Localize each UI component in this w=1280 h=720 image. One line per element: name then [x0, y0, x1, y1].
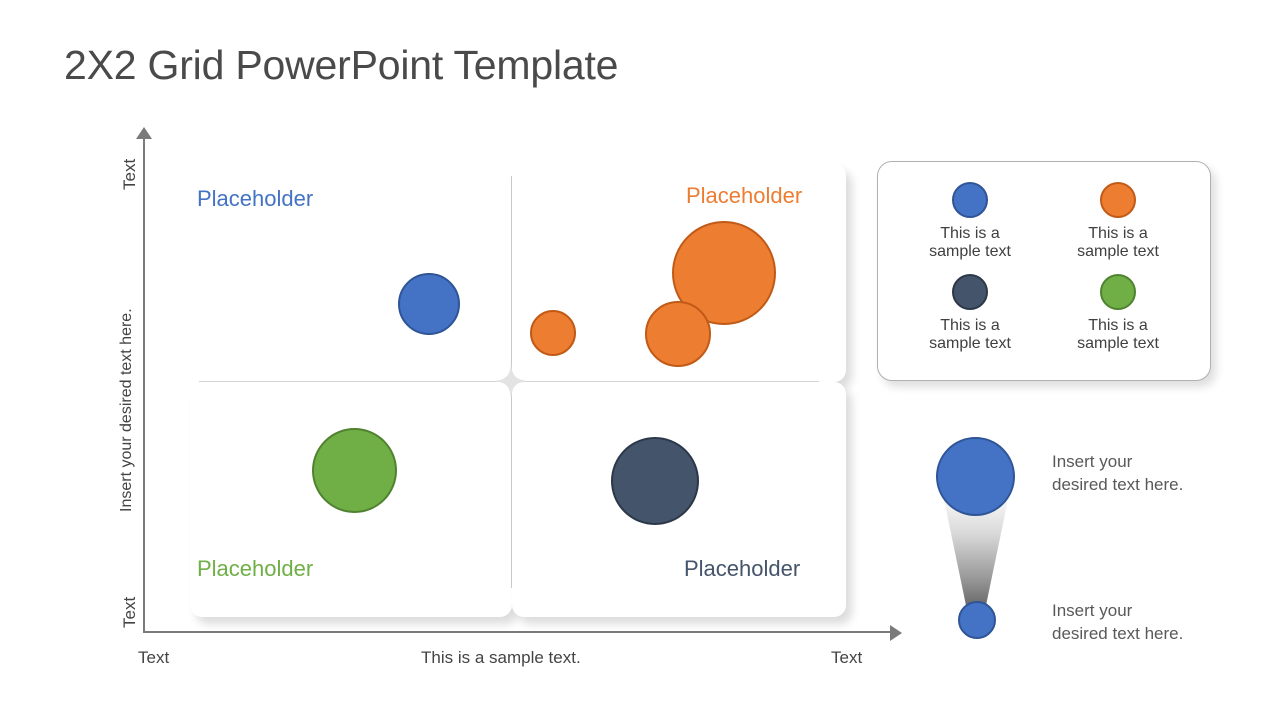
callout-bottom-text: Insert your desired text here. — [1052, 601, 1184, 643]
y-axis-arrow-icon — [136, 127, 152, 139]
legend-dot-blue — [952, 182, 988, 218]
bubble-blue[interactable] — [398, 273, 460, 335]
x-axis-arrow-icon — [890, 625, 902, 641]
legend-dot-orange — [1100, 182, 1136, 218]
callout-top-text: Insert your desired text here. — [1052, 452, 1184, 494]
bubble-orange-medium[interactable] — [645, 301, 711, 367]
quadrant-label-top-right: Placeholder — [686, 183, 803, 208]
legend-dot-navy — [952, 274, 988, 310]
bubble-green[interactable] — [312, 428, 397, 513]
legend-item[interactable]: This is a sample text — [896, 182, 1044, 274]
y-axis-title: Insert your desired text here. — [118, 308, 135, 512]
quadrant-label-bottom-left: Placeholder — [197, 556, 314, 581]
legend-item[interactable]: This is a sample text — [1044, 182, 1192, 274]
x-axis-right-label: Text — [831, 648, 863, 667]
y-axis-line — [143, 136, 145, 633]
x-axis-left-label: Text — [138, 648, 170, 667]
legend-item-label: This is a sample text — [929, 225, 1011, 260]
y-axis-bottom-label: Text — [120, 596, 139, 628]
legend-item[interactable]: This is a sample text — [1044, 274, 1192, 366]
legend-item-label: This is a sample text — [1077, 317, 1159, 352]
legend-card: This is a sample text This is a sample t… — [877, 161, 1211, 381]
legend-item-label: This is a sample text — [929, 317, 1011, 352]
legend-dot-green — [1100, 274, 1136, 310]
sparkle-icon — [494, 364, 528, 398]
callout-large-circle[interactable] — [936, 437, 1015, 516]
bubble-orange-small[interactable] — [530, 310, 576, 356]
quadrant-label-top-left: Placeholder — [197, 186, 314, 211]
x-axis-title: This is a sample text. — [421, 648, 581, 667]
callout-small-circle[interactable] — [958, 601, 996, 639]
y-axis-top-label: Text — [120, 158, 139, 190]
bubble-navy[interactable] — [611, 437, 699, 525]
legend-item-label: This is a sample text — [1077, 225, 1159, 260]
legend-item[interactable]: This is a sample text — [896, 274, 1044, 366]
x-axis-line — [143, 631, 896, 633]
page-title: 2X2 Grid PowerPoint Template — [64, 42, 619, 88]
quadrant-label-bottom-right: Placeholder — [684, 556, 801, 581]
legend-grid: This is a sample text This is a sample t… — [878, 162, 1210, 380]
slide-canvas: 2X2 Grid PowerPoint Template Text Insert… — [0, 0, 1280, 720]
